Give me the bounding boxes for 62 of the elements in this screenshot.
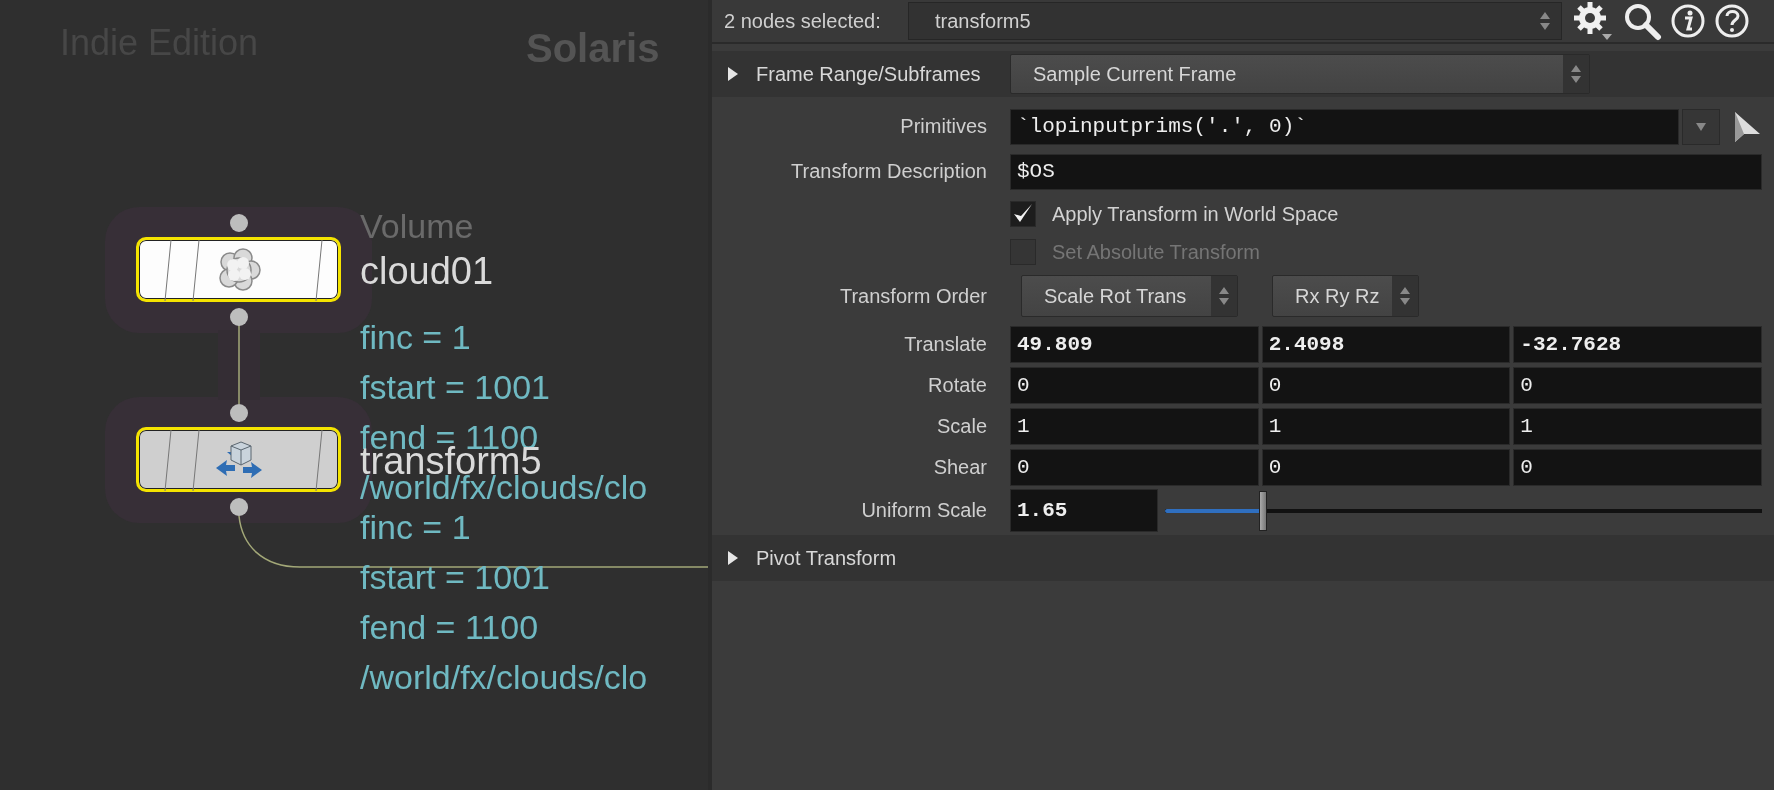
node-type-label: Volume bbox=[360, 206, 475, 246]
checkbox-label: Apply Transform in World Space bbox=[1052, 202, 1339, 226]
menu-dropdown[interactable]: Rx Ry Rz bbox=[1272, 275, 1419, 317]
input-port[interactable] bbox=[230, 404, 248, 422]
number-field[interactable]: 1 bbox=[1010, 408, 1259, 445]
checkbox-label: Set Absolute Transform bbox=[1052, 240, 1260, 264]
input-port[interactable] bbox=[230, 214, 248, 232]
caret-icon bbox=[1695, 121, 1707, 132]
parameter-label: Rotate bbox=[927, 374, 987, 397]
checkbox[interactable] bbox=[1010, 201, 1036, 227]
info-icon[interactable] bbox=[1670, 3, 1706, 39]
menu-button[interactable] bbox=[1682, 108, 1720, 145]
number-field[interactable]: 2.4098 bbox=[1261, 326, 1511, 363]
number-field[interactable]: 1.65 bbox=[1010, 489, 1158, 532]
number-field[interactable]: 0 bbox=[1513, 449, 1762, 486]
arrow-cursor-icon[interactable] bbox=[1732, 109, 1762, 144]
node-info-line: fstart = 1001 bbox=[360, 369, 550, 405]
parameter-label: Transform Order bbox=[838, 284, 987, 308]
number-field[interactable]: -32.7628 bbox=[1513, 326, 1762, 363]
number-field[interactable]: 49.809 bbox=[1010, 326, 1259, 363]
parameter-label: Scale bbox=[935, 415, 987, 438]
up-down-arrows-icon bbox=[1539, 10, 1551, 32]
node-info-line: fstart = 1001 bbox=[360, 559, 550, 595]
node-name: cloud01 bbox=[360, 252, 494, 290]
help-icon[interactable] bbox=[1714, 3, 1750, 39]
menu-dropdown[interactable]: Scale Rot Trans bbox=[1021, 275, 1238, 317]
number-field[interactable]: 0 bbox=[1513, 367, 1762, 404]
number-field[interactable]: 1 bbox=[1261, 408, 1511, 445]
folder-header[interactable]: Frame Range/Subframes Sample Current Frame bbox=[712, 51, 1774, 97]
expand-triangle-icon[interactable] bbox=[726, 65, 740, 83]
output-port[interactable] bbox=[230, 308, 248, 326]
node-tile[interactable] bbox=[136, 237, 341, 302]
number-field[interactable]: 0 bbox=[1010, 449, 1259, 486]
node-tile[interactable] bbox=[136, 427, 341, 492]
folder-label: Frame Range/Subframes bbox=[756, 62, 981, 86]
node-dropdown[interactable]: transform5 bbox=[908, 2, 1562, 40]
menu-dropdown[interactable]: Sample Current Frame bbox=[1010, 54, 1590, 94]
up-down-arrows-icon bbox=[1570, 63, 1582, 85]
expand-triangle-icon[interactable] bbox=[726, 549, 740, 567]
node-info-line: fend = 1100 bbox=[360, 609, 539, 645]
node-info-line: /world/fx/clouds/clo bbox=[360, 659, 648, 695]
folder-header[interactable]: Pivot Transform bbox=[712, 535, 1774, 581]
text-field[interactable]: $OS bbox=[1010, 153, 1762, 190]
up-down-arrows-icon bbox=[1399, 285, 1411, 307]
up-down-arrows-icon bbox=[1218, 285, 1230, 307]
parameter-label: Shear bbox=[932, 456, 987, 479]
selection-label: 2 nodes selected: bbox=[723, 9, 882, 33]
parameter-label: Translate bbox=[903, 333, 987, 356]
number-field[interactable]: 0 bbox=[1010, 367, 1259, 404]
slider-handle[interactable] bbox=[1258, 490, 1267, 531]
number-field[interactable]: 1 bbox=[1513, 408, 1762, 445]
text-field[interactable]: `lopinputprims('.', 0)` bbox=[1010, 108, 1679, 145]
parameter-label: Transform Description bbox=[790, 160, 987, 183]
search-icon[interactable] bbox=[1622, 1, 1662, 41]
number-field[interactable]: 0 bbox=[1261, 367, 1511, 404]
node-info-line: finc = 1 bbox=[360, 319, 471, 355]
node-info-line: finc = 1 bbox=[360, 509, 471, 545]
folder-label: Pivot Transform bbox=[756, 546, 897, 570]
parameter-label: Primitives bbox=[899, 115, 987, 138]
output-port[interactable] bbox=[230, 498, 248, 516]
number-field[interactable]: 0 bbox=[1261, 449, 1511, 486]
parameter-label: Uniform Scale bbox=[860, 499, 987, 522]
